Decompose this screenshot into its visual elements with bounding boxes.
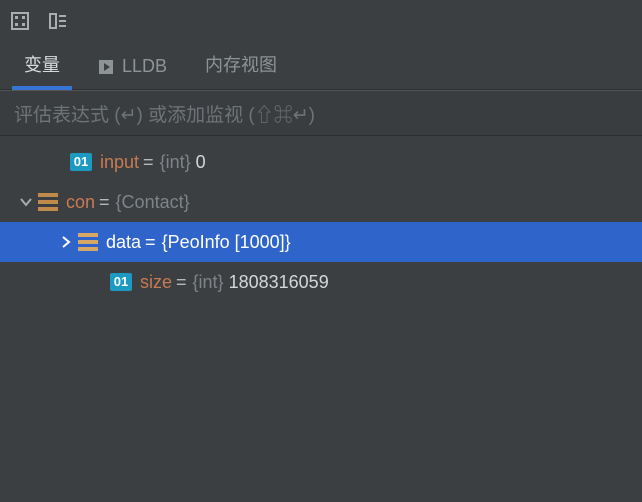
- var-type: {int}: [160, 152, 191, 173]
- chevron-down-icon: [19, 195, 33, 209]
- calculator-button[interactable]: [8, 9, 32, 33]
- primitive-badge: 01: [70, 153, 92, 171]
- equals: =: [176, 272, 187, 293]
- var-name: input: [100, 152, 139, 173]
- eval-placeholder: 评估表达式 (↵) 或添加监视 (⇧⌘↵): [14, 100, 315, 127]
- var-value: 0: [196, 152, 206, 173]
- tab-lldb[interactable]: LLDB: [80, 46, 185, 89]
- primitive-badge: 01: [110, 273, 132, 291]
- var-value: 1808316059: [229, 272, 329, 293]
- var-name: con: [66, 192, 95, 213]
- debug-tabs: 变量 LLDB 内存视图: [0, 42, 642, 90]
- play-icon: [98, 59, 114, 75]
- tab-memory[interactable]: 内存视图: [187, 41, 295, 89]
- var-row-size[interactable]: 01 size = {int} 1808316059: [0, 262, 642, 302]
- struct-icon: [38, 193, 58, 211]
- tab-label: 变量: [24, 51, 60, 77]
- variables-tree: 01 input = {int} 0 con = {Contact} data …: [0, 136, 642, 302]
- tab-label: 内存视图: [205, 51, 277, 77]
- chevron-right-icon: [59, 235, 73, 249]
- var-type: {Contact}: [116, 192, 190, 213]
- expander-closed[interactable]: [54, 230, 78, 254]
- evaluate-expression-input[interactable]: 评估表达式 (↵) 或添加监视 (⇧⌘↵): [0, 90, 642, 136]
- equals: =: [99, 192, 110, 213]
- debug-toolbar: [0, 0, 642, 42]
- equals: =: [145, 232, 156, 253]
- layout-button[interactable]: [46, 9, 70, 33]
- var-name: size: [140, 272, 172, 293]
- struct-icon: [78, 233, 98, 251]
- expander-open[interactable]: [14, 190, 38, 214]
- var-type: {int}: [193, 272, 224, 293]
- var-row-con[interactable]: con = {Contact}: [0, 182, 642, 222]
- tab-label: LLDB: [122, 56, 167, 77]
- var-name: data: [106, 232, 141, 253]
- var-row-data[interactable]: data = {PeoInfo [1000]}: [0, 222, 642, 262]
- equals: =: [143, 152, 154, 173]
- var-row-input[interactable]: 01 input = {int} 0: [0, 142, 642, 182]
- calculator-icon: [10, 11, 30, 31]
- tab-variables[interactable]: 变量: [6, 41, 78, 89]
- var-type: {PeoInfo [1000]}: [162, 232, 291, 253]
- layout-icon: [48, 11, 68, 31]
